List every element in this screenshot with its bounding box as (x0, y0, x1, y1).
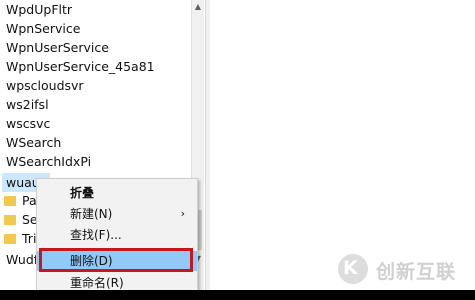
submenu-arrow-icon: › (180, 207, 185, 220)
tree-item-wpnuserservice-45a81[interactable]: WpnUserService_45a81 (6, 57, 155, 76)
menu-item-new[interactable]: 新建(N) › (37, 204, 197, 224)
folder-icon (4, 233, 16, 244)
menu-item-label: 查找(F)... (70, 228, 122, 242)
tree-item-wpnuserservice[interactable]: WpnUserService (6, 38, 109, 57)
tree-item-wpnservice[interactable]: WpnService (6, 19, 80, 38)
menu-item-collapse[interactable]: 折叠 (37, 183, 197, 203)
folder-icon (4, 214, 16, 225)
context-menu: 折叠 新建(N) › 查找(F)... 删除(D) 重命名(R) (36, 178, 198, 300)
watermark-logo-glyph: K (343, 257, 358, 279)
values-pane (210, 0, 475, 290)
menu-item-label: 删除(D) (70, 254, 113, 268)
tree-item-wsearch[interactable]: WSearch (6, 133, 61, 152)
folder-icon (4, 195, 16, 206)
scroll-up-arrow-icon[interactable]: ▲ (192, 0, 204, 14)
tree-item-wscsvc[interactable]: wscsvc (6, 114, 50, 133)
watermark-text: 创新互联 (376, 261, 457, 283)
menu-item-find[interactable]: 查找(F)... (37, 225, 197, 245)
tree-item-wpscloudsvr[interactable]: wpscloudsvr (6, 76, 84, 95)
tree-item-wsearchidxpi[interactable]: WSearchIdxPi (6, 152, 91, 171)
menu-item-label: 折叠 (70, 186, 95, 200)
menu-item-delete[interactable]: 删除(D) (37, 251, 197, 271)
watermark: K 创新互联 (338, 254, 468, 288)
tree-item-wpdupfltr[interactable]: WpdUpFltr (6, 0, 72, 19)
taskbar-strip (0, 290, 475, 300)
menu-separator (67, 248, 191, 249)
tree-item-ws2ifsl[interactable]: ws2ifsl (6, 95, 49, 114)
menu-item-label: 新建(N) (70, 207, 113, 221)
watermark-logo-icon: K (338, 254, 368, 284)
